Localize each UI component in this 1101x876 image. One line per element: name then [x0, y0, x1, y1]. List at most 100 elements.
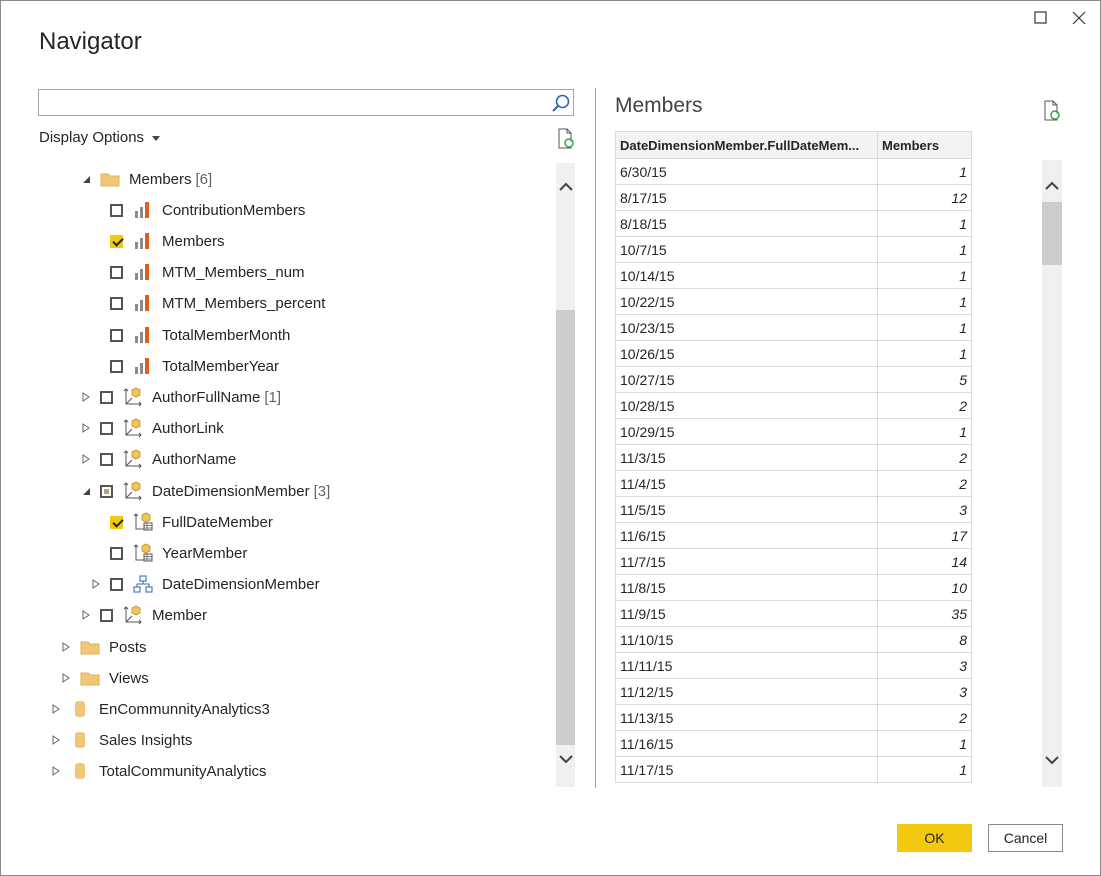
tree-db-totalcommunityanalytics[interactable]: TotalCommunityAnalytics [50, 759, 267, 783]
table-row: 11/10/15 8 [615, 626, 972, 653]
scroll-up-icon[interactable] [1042, 176, 1062, 196]
tree-item-totalmemberyear[interactable]: TotalMemberYear [110, 354, 279, 378]
date-cell: 10/27/15 [615, 366, 878, 393]
tree-folder-members[interactable]: Members [6] [80, 167, 212, 191]
expand-icon[interactable] [80, 453, 92, 465]
table-row: 10/23/15 1 [615, 314, 972, 341]
tree-db-sales-insights[interactable]: Sales Insights [50, 728, 192, 752]
date-cell: 10/14/15 [615, 262, 878, 289]
members-cell: 1 [877, 158, 972, 185]
tree-scrollbar[interactable] [556, 163, 575, 787]
search-icon[interactable] [551, 93, 571, 113]
tree-item-fulldatemember[interactable]: FullDateMember [110, 510, 273, 534]
tree-item-datedimensionmember[interactable]: DateDimensionMember [3] [80, 479, 330, 503]
date-cell: 11/4/15 [615, 470, 878, 497]
expand-icon[interactable] [80, 422, 92, 434]
expand-icon[interactable] [50, 765, 62, 777]
tree-item-label: YearMember [162, 544, 248, 562]
date-cell: 6/30/15 [615, 158, 878, 185]
expand-icon[interactable] [50, 734, 62, 746]
checkbox[interactable] [110, 296, 123, 310]
date-cell: 10/23/15 [615, 314, 878, 341]
database-icon [70, 699, 90, 719]
column-header[interactable]: Members [877, 131, 972, 159]
tree-item-yearmember[interactable]: YearMember [110, 541, 247, 565]
chevron-down-icon [152, 135, 161, 141]
tree-item-member[interactable]: Member [80, 603, 207, 627]
tree-item-authorfullname[interactable]: AuthorFullName [1] [80, 385, 281, 409]
expand-icon[interactable] [90, 578, 102, 590]
database-icon [70, 761, 90, 781]
table-row: 10/7/15 1 [615, 236, 972, 263]
tree-item-datedimensionmember-hierarchy[interactable]: DateDimensionMember [90, 572, 320, 596]
members-cell: 1 [877, 210, 972, 237]
date-cell: 11/17/15 [615, 756, 878, 783]
expand-icon[interactable] [80, 609, 92, 621]
tree-db-encommunnityanalytics3[interactable]: EnCommunnityAnalytics3 [50, 697, 270, 721]
members-cell: 1 [877, 314, 972, 341]
scroll-down-icon[interactable] [556, 749, 575, 769]
table-row: 11/6/15 17 [615, 522, 972, 549]
preview-grid: DateDimensionMember.FullDateMem... Member… [615, 131, 972, 788]
collapse-icon[interactable] [80, 173, 92, 185]
dimension-icon [123, 418, 143, 438]
checkbox[interactable] [110, 577, 123, 591]
preview-scrollbar[interactable] [1042, 160, 1062, 787]
folder-icon [80, 637, 100, 657]
members-cell: 1 [877, 730, 972, 757]
members-cell: 1 [877, 418, 972, 445]
checkbox[interactable] [100, 421, 113, 435]
checkbox[interactable] [110, 546, 123, 560]
collapse-icon[interactable] [80, 485, 92, 497]
expand-icon[interactable] [60, 641, 72, 653]
checkbox[interactable] [110, 359, 123, 373]
expand-icon[interactable] [60, 672, 72, 684]
tree-item-mtm-members-num[interactable]: MTM_Members_num [110, 260, 305, 284]
expand-icon[interactable] [50, 703, 62, 715]
tree-folder-views[interactable]: Views [60, 666, 149, 690]
tree-folder-posts[interactable]: Posts [60, 635, 147, 659]
close-icon[interactable] [1069, 8, 1089, 28]
preview-scrollbar-thumb[interactable] [1042, 202, 1062, 265]
tree-item-totalmembermonth[interactable]: TotalMemberMonth [110, 323, 290, 347]
checkbox[interactable] [110, 515, 123, 529]
search-input[interactable] [43, 91, 547, 117]
members-cell: 8 [877, 626, 972, 653]
preview-table: DateDimensionMember.FullDateMem... Member… [615, 131, 972, 783]
checkbox[interactable] [110, 234, 123, 248]
refresh-icon[interactable] [556, 128, 576, 150]
checkbox[interactable] [110, 203, 123, 217]
cancel-button[interactable]: Cancel [988, 824, 1063, 852]
date-cell: 10/7/15 [615, 236, 878, 263]
expand-icon[interactable] [80, 391, 92, 403]
tree-item-contributionmembers[interactable]: ContributionMembers [110, 198, 305, 222]
maximize-icon[interactable] [1031, 8, 1051, 28]
tree-scrollbar-thumb[interactable] [556, 310, 575, 745]
table-row: 11/4/15 2 [615, 470, 972, 497]
tree-item-members[interactable]: Members [110, 229, 225, 253]
tree-item-mtm-members-percent[interactable]: MTM_Members_percent [110, 291, 325, 315]
date-cell: 10/22/15 [615, 288, 878, 315]
scroll-up-icon[interactable] [556, 177, 575, 197]
checkbox[interactable] [100, 608, 113, 622]
preview-refresh-icon[interactable] [1042, 100, 1062, 122]
column-header[interactable]: DateDimensionMember.FullDateMem... [615, 131, 878, 159]
members-cell: 10 [877, 574, 972, 601]
table-row: 6/30/15 1 [615, 158, 972, 185]
members-cell: 1 [877, 340, 972, 367]
date-cell: 11/12/15 [615, 678, 878, 705]
table-row: 11/16/15 1 [615, 730, 972, 757]
table-row: 10/27/15 5 [615, 366, 972, 393]
checkbox[interactable] [100, 452, 113, 466]
checkbox[interactable] [100, 390, 113, 404]
tree-item-authorlink[interactable]: AuthorLink [80, 416, 224, 440]
display-options-menu[interactable]: Display Options [39, 129, 161, 146]
checkbox[interactable] [100, 484, 113, 498]
ok-button[interactable]: OK [897, 824, 972, 852]
scroll-down-icon[interactable] [1042, 750, 1062, 770]
date-cell: 10/26/15 [615, 340, 878, 367]
date-cell: 8/17/15 [615, 184, 878, 211]
checkbox[interactable] [110, 328, 123, 342]
checkbox[interactable] [110, 265, 123, 279]
tree-item-authorname[interactable]: AuthorName [80, 447, 236, 471]
